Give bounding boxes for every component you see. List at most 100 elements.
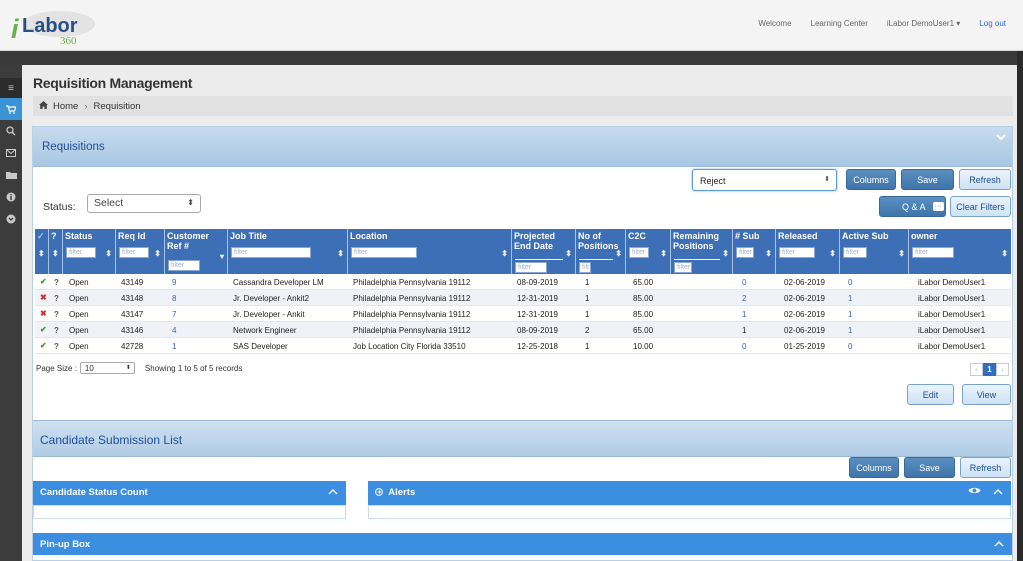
cell-active-sub[interactable]: 1 (848, 294, 852, 303)
col-location[interactable]: Location ⬍ filter (348, 229, 512, 274)
filter-input[interactable]: filter (912, 247, 954, 258)
columns-button[interactable]: Columns (846, 169, 896, 190)
col-status[interactable]: Status ⬍ filter (63, 229, 116, 274)
filter-input[interactable]: filt (579, 262, 591, 273)
folder-icon[interactable] (0, 164, 22, 186)
cell-active-sub[interactable]: 1 (848, 310, 852, 319)
col-projected-end[interactable]: Projected End Date ⬍ filter (512, 229, 576, 274)
col-req-id[interactable]: Req Id ⬍ filter (116, 229, 165, 274)
status-filter-value: Select (94, 197, 124, 209)
col-released[interactable]: Released ⬍ filter (776, 229, 840, 274)
cell-sub[interactable]: 0 (742, 278, 746, 287)
submission-refresh-button[interactable]: Refresh (960, 457, 1011, 478)
cell-active-sub[interactable]: 1 (848, 326, 852, 335)
pagination: ‹ 1 › (970, 363, 1009, 376)
col-active-sub[interactable]: Active Sub ⬍ filter (840, 229, 909, 274)
page-1-button[interactable]: 1 (983, 363, 996, 376)
cell-c2c: 10.00 (633, 342, 654, 351)
col-c2c[interactable]: C2C ⬍ filter (626, 229, 671, 274)
approve-icon[interactable]: ✔ (40, 325, 47, 334)
chevron-up-icon[interactable] (328, 486, 338, 498)
cell-active-sub[interactable]: 0 (848, 278, 852, 287)
ilabor-logo[interactable]: i Labor 360 (11, 8, 101, 47)
filter-input[interactable]: filter (515, 262, 547, 273)
cell-status: Open (69, 310, 89, 319)
refresh-button[interactable]: Refresh (959, 169, 1011, 190)
reject-icon[interactable]: ✖ (40, 293, 47, 302)
reject-icon[interactable]: ✖ (40, 309, 47, 318)
filter-input[interactable]: filter (66, 247, 96, 258)
cell-active-sub[interactable]: 0 (848, 342, 852, 351)
cell-positions: 2 (585, 326, 590, 335)
status-filter-select[interactable]: Select ⬍ (87, 194, 201, 213)
cell-customer-ref[interactable]: 9 (172, 278, 176, 287)
filter-input[interactable]: filter (119, 247, 149, 258)
submission-save-button[interactable]: Save (904, 457, 955, 478)
user-menu[interactable]: iLabor DemoUser1 ▾ (887, 19, 960, 28)
breadcrumb-home[interactable]: Home (53, 101, 78, 112)
filter-input[interactable]: filter (231, 247, 311, 258)
cell-customer-ref[interactable]: 4 (172, 326, 176, 335)
cart-icon[interactable] (0, 98, 22, 120)
filter-input[interactable]: filter (843, 247, 867, 258)
chevron-down-icon[interactable] (996, 130, 1006, 144)
cell-sub[interactable]: 0 (742, 342, 746, 351)
approve-icon[interactable]: ✔ (40, 277, 47, 286)
table-row[interactable]: ✔ ? Open 43149 9 Cassandra Developer LM … (35, 274, 1011, 290)
submission-columns-button[interactable]: Columns (849, 457, 899, 478)
col-approve[interactable]: ✓ ⬍ (35, 229, 49, 274)
cell-customer-ref[interactable]: 8 (172, 294, 176, 303)
next-page-button[interactable]: › (996, 363, 1009, 376)
cell-sub[interactable]: 1 (742, 310, 746, 319)
filter-input[interactable]: filter (168, 260, 200, 271)
mail-icon[interactable] (0, 142, 22, 164)
cell-sub[interactable]: 2 (742, 294, 746, 303)
col-question[interactable]: ? ⬍ (49, 229, 63, 274)
filter-input[interactable]: filter (779, 247, 815, 258)
collapse-circle-icon[interactable] (375, 488, 383, 496)
cell-customer-ref[interactable]: 7 (172, 310, 176, 319)
filter-input[interactable]: filter (629, 247, 649, 258)
col-job-title[interactable]: Job Title ⬍ filter (228, 229, 348, 274)
search-icon[interactable] (0, 120, 22, 142)
col-remaining[interactable]: Remaining Positions ⬍ filter (671, 229, 733, 274)
approve-icon[interactable]: ✔ (40, 341, 47, 350)
prev-page-button[interactable]: ‹ (970, 363, 983, 376)
question-icon[interactable]: ? (54, 310, 59, 319)
menu-icon[interactable]: ≡ (0, 78, 22, 98)
chevron-up-icon[interactable] (993, 486, 1003, 498)
filter-input[interactable]: filter (736, 247, 754, 258)
question-icon[interactable]: ? (54, 342, 59, 351)
bulk-action-select[interactable]: Reject ⬍ (692, 169, 837, 191)
page-size-select[interactable]: 10 ⬍ (79, 362, 135, 374)
logout-link[interactable]: Log out (979, 19, 1006, 28)
question-icon[interactable]: ? (54, 278, 59, 287)
eye-icon[interactable] (968, 486, 981, 498)
save-button[interactable]: Save (901, 169, 954, 190)
qa-button[interactable]: Q & A ··· (879, 196, 946, 217)
learning-center-link[interactable]: Learning Center (811, 19, 868, 28)
table-row[interactable]: ✔ ? Open 43146 4 Network Engineer Philad… (35, 322, 1011, 338)
table-row[interactable]: ✔ ? Open 42728 1 SAS Developer Job Locat… (35, 338, 1011, 354)
col-customer-ref[interactable]: Customer Ref # ▾ filter (165, 229, 228, 274)
filter-input[interactable]: filter (674, 262, 692, 273)
table-row[interactable]: ✖ ? Open 43147 7 Jr. Developer - Ankit P… (35, 306, 1011, 322)
cell-sub[interactable]: 1 (742, 326, 746, 335)
info-icon[interactable] (0, 186, 22, 208)
question-icon[interactable]: ? (54, 326, 59, 335)
edit-button[interactable]: Edit (907, 384, 954, 405)
window-scrollbar[interactable] (1017, 51, 1023, 561)
col-sub[interactable]: # Sub ⬍ filter (733, 229, 776, 274)
col-owner[interactable]: owner ⬍ filter (909, 229, 1011, 274)
filter-input[interactable]: filter (351, 247, 417, 258)
welcome-link[interactable]: Welcome (758, 19, 791, 28)
col-positions[interactable]: No of Positions ⬍ filt (576, 229, 626, 274)
candidate-status-count-title: Candidate Status Count (40, 487, 148, 498)
clear-filters-button[interactable]: Clear Filters (950, 196, 1011, 217)
table-row[interactable]: ✖ ? Open 43148 8 Jr. Developer - Ankit2 … (35, 290, 1011, 306)
view-button[interactable]: View (962, 384, 1011, 405)
cell-customer-ref[interactable]: 1 (172, 342, 176, 351)
chevron-up-icon[interactable] (994, 538, 1004, 550)
question-icon[interactable]: ? (54, 294, 59, 303)
chevron-circle-icon[interactable] (0, 208, 22, 230)
